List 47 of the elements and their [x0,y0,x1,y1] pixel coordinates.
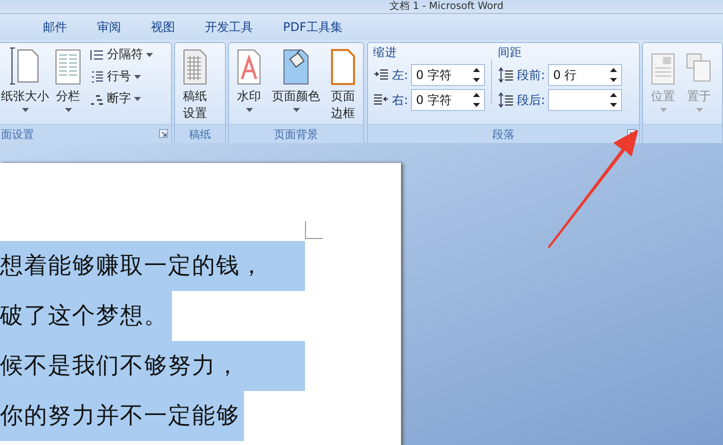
paint-bucket-page-icon [283,47,309,85]
window-title: 文档 1 - Microsoft Word [390,0,504,13]
break-lines-icon [90,48,104,62]
ribbon-button[interactable]: 稿纸 设置 [182,45,208,124]
ribbon-button[interactable]: 水印 [236,45,262,114]
group-label: 稿纸 [189,126,211,142]
spin-arrows-icon [610,68,618,82]
grid-paper-icon [183,47,207,85]
indent-icon [373,68,389,82]
columns-icon [55,47,81,85]
field-label: 右: [392,92,408,108]
spinner-field[interactable]: 0 字符 [411,64,486,86]
spin-arrows-icon [610,93,618,107]
line-spacing-icon [498,92,514,108]
spinner-field[interactable] [548,89,622,111]
ribbon-tab[interactable]: 邮件 [28,16,82,38]
page-size-icon [10,47,40,85]
field-label: 段前: [517,66,546,84]
group-label: 页面背景 [274,126,318,142]
spin-arrows-icon [473,68,480,82]
spinner-field[interactable]: 0 行 [548,64,622,86]
ribbon-button[interactable]: 断字 [90,89,153,108]
ribbon-tab[interactable]: 视图 [136,16,190,38]
indent-icon [373,93,389,107]
line-spacing-icon [498,67,514,83]
ribbon-button[interactable]: 页面 边框 [330,45,356,124]
ribbon-button[interactable]: 分栏 [54,45,82,114]
field-label: 段后: [517,92,546,108]
spin-arrows-icon [473,93,480,107]
ribbon-button[interactable]: 纸张大小 [0,45,50,114]
ribbon-button[interactable]: 页面颜色 [271,45,321,114]
ribbon-tab[interactable]: PDF工具集 [268,16,358,38]
section-heading: 缩进 [373,45,398,61]
ribbon-tab[interactable]: 审阅 [82,16,136,38]
spinner-field[interactable]: 0 字符 [411,89,486,111]
ribbon-tab[interactable]: 开发工具 [190,16,268,38]
dialog-launcher-icon[interactable] [159,129,168,138]
group-label: 段落 [492,126,514,142]
watermark-page-icon [237,47,261,85]
margin-corner-mark [305,221,323,239]
page-border-icon [331,47,355,85]
ribbon-button[interactable]: 行号 [90,67,153,86]
ribbon-button[interactable]: 分隔符 [90,45,153,64]
section-heading: 间距 [498,45,524,61]
field-label: 左: [392,66,408,84]
group-label: 面设置 [1,126,34,142]
line-numbers-icon [90,70,104,84]
